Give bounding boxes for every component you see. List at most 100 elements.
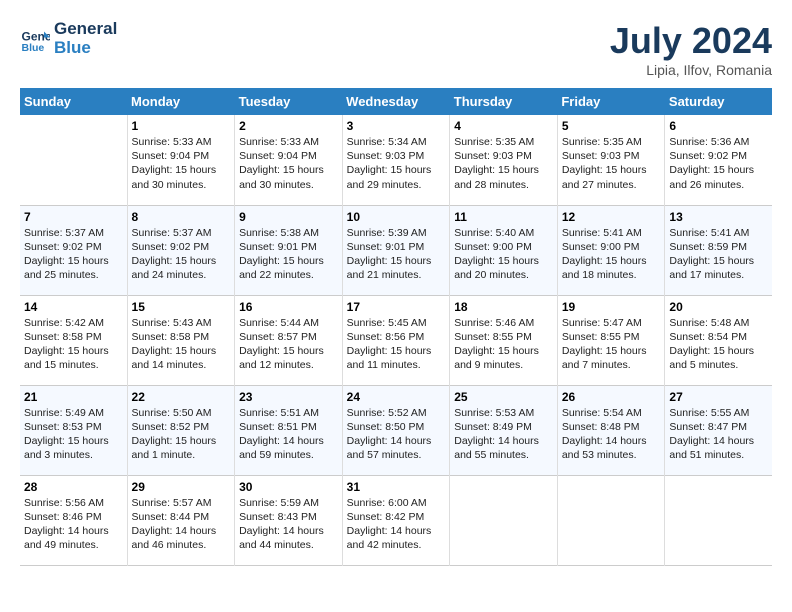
- day-number: 23: [239, 390, 338, 404]
- logo-general: General: [54, 20, 117, 39]
- calendar-cell: 20 Sunrise: 5:48 AM Sunset: 8:54 PM Dayli…: [665, 295, 772, 385]
- calendar-cell: 7Sunrise: 5:37 AM Sunset: 9:02 PM Daylig…: [20, 205, 127, 295]
- day-number: 6: [669, 119, 768, 133]
- day-number: 16: [239, 300, 338, 314]
- cell-info: Sunrise: 5:59 AM Sunset: 8:43 PM Dayligh…: [239, 496, 338, 553]
- day-number: 30: [239, 480, 338, 494]
- col-header-monday: Monday: [127, 88, 235, 115]
- calendar-cell: [20, 115, 127, 205]
- day-number: 5: [562, 119, 661, 133]
- cell-info: Sunrise: 5:36 AM Sunset: 9:02 PM Dayligh…: [669, 135, 768, 192]
- logo-icon: General Blue: [20, 24, 50, 54]
- cell-info: Sunrise: 5:50 AM Sunset: 8:52 PM Dayligh…: [132, 406, 231, 463]
- week-row-3: 14Sunrise: 5:42 AM Sunset: 8:58 PM Dayli…: [20, 295, 772, 385]
- calendar-cell: 18Sunrise: 5:46 AM Sunset: 8:55 PM Dayli…: [450, 295, 558, 385]
- week-row-4: 21 Sunrise: 5:49 AM Sunset: 8:53 PM Dayli…: [20, 385, 772, 475]
- calendar-cell: 27 Sunrise: 5:55 AM Sunset: 8:47 PM Dayli…: [665, 385, 772, 475]
- calendar-cell: 10 Sunrise: 5:39 AM Sunset: 9:01 PM Dayli…: [342, 205, 450, 295]
- calendar-cell: 22 Sunrise: 5:50 AM Sunset: 8:52 PM Dayli…: [127, 385, 235, 475]
- day-number: 10: [347, 210, 446, 224]
- subtitle: Lipia, Ilfov, Romania: [610, 62, 772, 78]
- cell-info: Sunrise: 5:38 AM Sunset: 9:01 PM Dayligh…: [239, 226, 338, 283]
- calendar-cell: 8 Sunrise: 5:37 AM Sunset: 9:02 PM Daylig…: [127, 205, 235, 295]
- day-number: 3: [347, 119, 446, 133]
- calendar-cell: 30 Sunrise: 5:59 AM Sunset: 8:43 PM Dayli…: [235, 475, 343, 565]
- calendar-cell: 6 Sunrise: 5:36 AM Sunset: 9:02 PM Daylig…: [665, 115, 772, 205]
- cell-info: Sunrise: 5:33 AM Sunset: 9:04 PM Dayligh…: [239, 135, 338, 192]
- cell-info: Sunrise: 5:41 AM Sunset: 9:00 PM Dayligh…: [562, 226, 661, 283]
- calendar-cell: 31Sunrise: 6:00 AM Sunset: 8:42 PM Dayli…: [342, 475, 450, 565]
- calendar-cell: 1Sunrise: 5:33 AM Sunset: 9:04 PM Daylig…: [127, 115, 235, 205]
- cell-info: Sunrise: 5:40 AM Sunset: 9:00 PM Dayligh…: [454, 226, 553, 283]
- day-number: 31: [347, 480, 446, 494]
- calendar-cell: 25 Sunrise: 5:53 AM Sunset: 8:49 PM Dayli…: [450, 385, 558, 475]
- calendar-cell: 13Sunrise: 5:41 AM Sunset: 8:59 PM Dayli…: [665, 205, 772, 295]
- logo-blue: Blue: [54, 39, 117, 58]
- logo: General Blue General Blue: [20, 20, 117, 57]
- day-number: 19: [562, 300, 661, 314]
- cell-info: Sunrise: 5:54 AM Sunset: 8:48 PM Dayligh…: [562, 406, 661, 463]
- col-header-saturday: Saturday: [665, 88, 772, 115]
- calendar-table: SundayMondayTuesdayWednesdayThursdayFrid…: [20, 88, 772, 566]
- col-header-thursday: Thursday: [450, 88, 558, 115]
- calendar-cell: 21 Sunrise: 5:49 AM Sunset: 8:53 PM Dayli…: [20, 385, 127, 475]
- week-row-5: 28Sunrise: 5:56 AM Sunset: 8:46 PM Dayli…: [20, 475, 772, 565]
- day-number: 14: [24, 300, 123, 314]
- day-number: 21: [24, 390, 123, 404]
- calendar-cell: 19 Sunrise: 5:47 AM Sunset: 8:55 PM Dayli…: [557, 295, 665, 385]
- cell-info: Sunrise: 5:46 AM Sunset: 8:55 PM Dayligh…: [454, 316, 553, 373]
- svg-text:Blue: Blue: [22, 42, 45, 54]
- calendar-cell: 17Sunrise: 5:45 AM Sunset: 8:56 PM Dayli…: [342, 295, 450, 385]
- page-header: General Blue General Blue July 2024 Lipi…: [20, 20, 772, 78]
- calendar-cell: [557, 475, 665, 565]
- day-number: 12: [562, 210, 661, 224]
- week-row-2: 7 Sunrise: 5:37 AM Sunset: 9:02 PM Daylig…: [20, 205, 772, 295]
- day-number: 20: [669, 300, 768, 314]
- day-number: 15: [132, 300, 231, 314]
- day-number: 27: [669, 390, 768, 404]
- cell-info: Sunrise: 5:48 AM Sunset: 8:54 PM Dayligh…: [669, 316, 768, 373]
- calendar-cell: 15Sunrise: 5:43 AM Sunset: 8:58 PM Dayli…: [127, 295, 235, 385]
- week-row-1: 1Sunrise: 5:33 AM Sunset: 9:04 PM Daylig…: [20, 115, 772, 205]
- day-number: 13: [669, 210, 768, 224]
- day-number: 4: [454, 119, 553, 133]
- calendar-cell: 26 Sunrise: 5:54 AM Sunset: 8:48 PM Dayli…: [557, 385, 665, 475]
- day-number: 2: [239, 119, 338, 133]
- cell-info: Sunrise: 5:52 AM Sunset: 8:50 PM Dayligh…: [347, 406, 446, 463]
- col-header-tuesday: Tuesday: [235, 88, 343, 115]
- cell-info: Sunrise: 5:39 AM Sunset: 9:01 PM Dayligh…: [347, 226, 446, 283]
- calendar-cell: 2 Sunrise: 5:33 AM Sunset: 9:04 PM Daylig…: [235, 115, 343, 205]
- calendar-cell: 12 Sunrise: 5:41 AM Sunset: 9:00 PM Dayli…: [557, 205, 665, 295]
- cell-info: Sunrise: 5:53 AM Sunset: 8:49 PM Dayligh…: [454, 406, 553, 463]
- cell-info: Sunrise: 5:37 AM Sunset: 9:02 PM Dayligh…: [132, 226, 231, 283]
- col-header-friday: Friday: [557, 88, 665, 115]
- day-number: 24: [347, 390, 446, 404]
- title-block: July 2024 Lipia, Ilfov, Romania: [610, 20, 772, 78]
- calendar-cell: [665, 475, 772, 565]
- calendar-cell: 14Sunrise: 5:42 AM Sunset: 8:58 PM Dayli…: [20, 295, 127, 385]
- calendar-cell: 9 Sunrise: 5:38 AM Sunset: 9:01 PM Daylig…: [235, 205, 343, 295]
- cell-info: Sunrise: 5:47 AM Sunset: 8:55 PM Dayligh…: [562, 316, 661, 373]
- main-title: July 2024: [610, 20, 772, 62]
- cell-info: Sunrise: 5:35 AM Sunset: 9:03 PM Dayligh…: [454, 135, 553, 192]
- calendar-cell: 4 Sunrise: 5:35 AM Sunset: 9:03 PM Daylig…: [450, 115, 558, 205]
- day-number: 7: [24, 210, 123, 224]
- day-number: 26: [562, 390, 661, 404]
- cell-info: Sunrise: 5:57 AM Sunset: 8:44 PM Dayligh…: [132, 496, 231, 553]
- cell-info: Sunrise: 5:55 AM Sunset: 8:47 PM Dayligh…: [669, 406, 768, 463]
- cell-info: Sunrise: 5:34 AM Sunset: 9:03 PM Dayligh…: [347, 135, 446, 192]
- day-number: 17: [347, 300, 446, 314]
- day-number: 8: [132, 210, 231, 224]
- calendar-cell: 16Sunrise: 5:44 AM Sunset: 8:57 PM Dayli…: [235, 295, 343, 385]
- calendar-cell: 5Sunrise: 5:35 AM Sunset: 9:03 PM Daylig…: [557, 115, 665, 205]
- calendar-cell: 24 Sunrise: 5:52 AM Sunset: 8:50 PM Dayli…: [342, 385, 450, 475]
- cell-info: Sunrise: 5:49 AM Sunset: 8:53 PM Dayligh…: [24, 406, 123, 463]
- day-number: 28: [24, 480, 123, 494]
- calendar-cell: 29Sunrise: 5:57 AM Sunset: 8:44 PM Dayli…: [127, 475, 235, 565]
- day-number: 25: [454, 390, 553, 404]
- cell-info: Sunrise: 5:51 AM Sunset: 8:51 PM Dayligh…: [239, 406, 338, 463]
- day-number: 9: [239, 210, 338, 224]
- day-number: 22: [132, 390, 231, 404]
- day-number: 11: [454, 210, 553, 224]
- calendar-cell: 3 Sunrise: 5:34 AM Sunset: 9:03 PM Daylig…: [342, 115, 450, 205]
